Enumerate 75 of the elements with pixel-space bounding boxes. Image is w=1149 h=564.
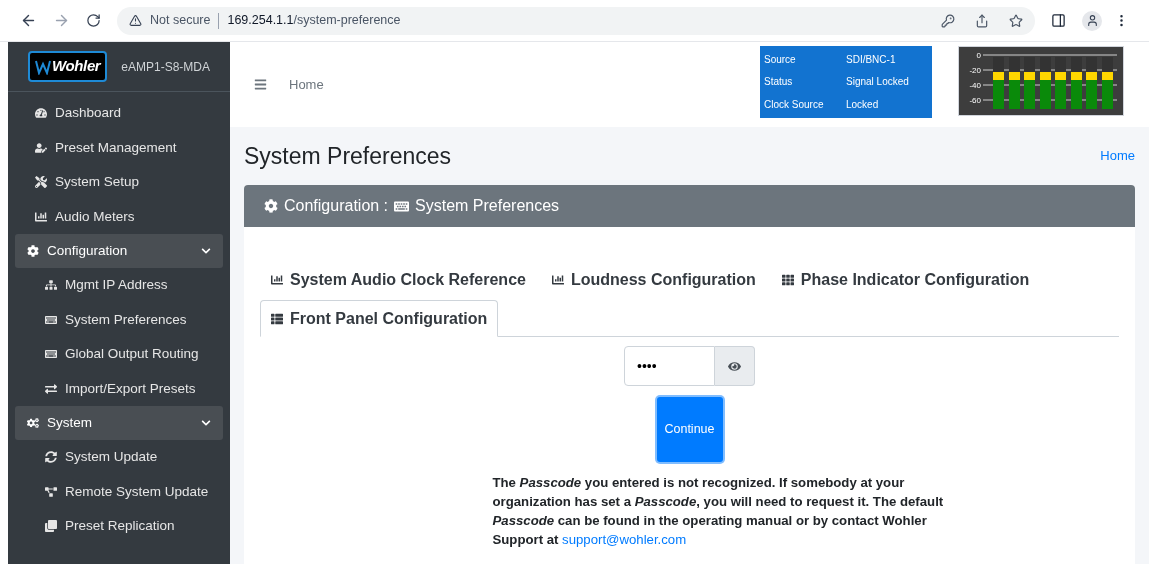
sidebar-subitem[interactable]: System Preferences	[15, 302, 223, 337]
logo: Wohler	[28, 51, 108, 82]
tab[interactable]: Phase Indicator Configuration	[770, 261, 1041, 298]
nav-icon	[45, 382, 57, 395]
logo-mark-icon	[35, 58, 51, 75]
device-name: eAMP1-S8-MDA	[121, 58, 210, 76]
card-subtitle: System Preferences	[415, 196, 560, 216]
side-panel-icon[interactable]	[1051, 13, 1066, 28]
status-label: Source	[764, 52, 797, 67]
status-value: Signal Locked	[846, 75, 910, 90]
meter-scale-label: -20	[968, 65, 981, 77]
error-message: The Passcode you entered is not recognized. If somebody at your organization has set a Passcode, you will need to request it. The default Passcode can be found in the operating manual or by contact Wohler Support at support@wohler.com	[492, 474, 945, 549]
tab-icon	[551, 273, 564, 286]
tab[interactable]: Front Panel Configuration	[260, 300, 499, 337]
passcode-field[interactable]: ••••	[624, 346, 715, 386]
eye-icon	[728, 359, 741, 373]
reload-icon[interactable]	[86, 13, 101, 28]
user-icon	[1085, 14, 1099, 27]
status-label: Status	[764, 75, 794, 90]
sidebar-group[interactable]: System	[15, 406, 223, 440]
share-icon[interactable]	[975, 13, 989, 28]
meter-scale-label: 0	[975, 50, 981, 62]
nav-icon	[35, 176, 47, 189]
sidebar-item[interactable]: System Setup	[8, 165, 230, 200]
tab[interactable]: Loudness Configuration	[540, 261, 767, 298]
sidebar-subitem[interactable]: Global Output Routing	[15, 337, 223, 372]
profile-avatar[interactable]	[1082, 10, 1102, 31]
nav-icon	[45, 348, 57, 361]
sidebar-item[interactable]: Dashboard	[8, 96, 230, 131]
group-icon	[27, 245, 39, 257]
sidebar-item[interactable]: Preset Management	[8, 130, 230, 165]
nav-icon	[35, 141, 47, 154]
menu-icon[interactable]	[254, 78, 267, 91]
status-value: SDI/BNC-1	[846, 52, 897, 67]
card-title: Configuration :	[284, 196, 389, 216]
tab[interactable]: System Audio Clock Reference	[260, 261, 537, 298]
nav-icon	[45, 451, 57, 464]
sidebar-item[interactable]: Audio Meters	[8, 199, 230, 234]
continue-button[interactable]: Continue	[656, 397, 723, 462]
forward-icon[interactable]	[53, 12, 70, 29]
nav-icon	[45, 485, 57, 498]
group-icon	[27, 417, 39, 429]
nav-icon	[35, 107, 47, 120]
page-title: System Preferences	[244, 141, 452, 171]
url-text: 169.254.1.1/system-preference	[227, 12, 401, 30]
warning-icon	[129, 14, 142, 27]
address-bar[interactable]: Not secure 169.254.1.1/system-preference	[117, 6, 1035, 35]
support-email-link[interactable]: support@wohler.com	[562, 532, 687, 547]
breadcrumb-link[interactable]: Home	[1100, 146, 1135, 166]
status-value: Locked	[846, 98, 880, 113]
sidebar-subitem[interactable]: System Update	[15, 440, 223, 475]
sidebar-subitem[interactable]: Import/Export Presets	[15, 371, 223, 406]
tab-icon	[271, 273, 283, 286]
status-label: Clock Source	[764, 98, 825, 113]
gear-icon	[264, 199, 278, 213]
back-icon[interactable]	[20, 12, 37, 29]
chevron-icon	[201, 246, 211, 256]
tab-icon	[781, 273, 794, 286]
nav-icon	[45, 520, 57, 533]
tab-icon	[271, 312, 283, 325]
nav-icon	[45, 313, 57, 326]
meter-scale-label: -40	[968, 80, 981, 92]
sidebar-subitem[interactable]: Mgmt IP Address	[15, 268, 223, 303]
show-passcode-button[interactable]	[715, 346, 755, 386]
key-icon[interactable]	[941, 13, 955, 28]
chevron-icon	[201, 418, 211, 428]
sidebar-group[interactable]: Configuration	[15, 234, 223, 268]
header-link[interactable]: Home	[289, 74, 324, 95]
sidebar-subitem[interactable]: Preset Replication	[15, 509, 223, 544]
nav-icon	[45, 279, 57, 292]
star-icon[interactable]	[1009, 13, 1023, 28]
sidebar-subitem[interactable]: Remote System Update	[15, 474, 223, 509]
meter-scale-label: -60	[968, 95, 981, 107]
nav-icon	[35, 210, 47, 223]
security-label: Not secure	[150, 12, 211, 30]
